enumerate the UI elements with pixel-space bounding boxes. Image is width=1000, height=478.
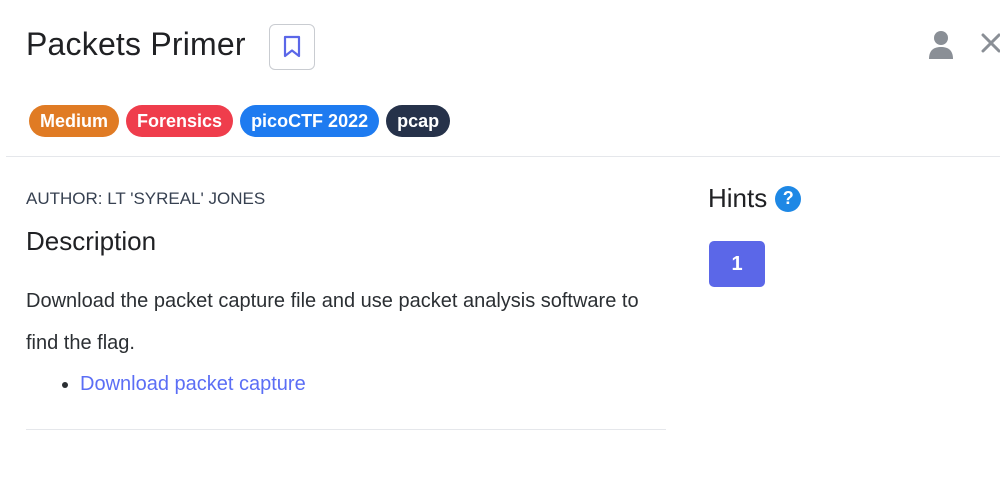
resource-list: Download packet capture bbox=[58, 366, 306, 402]
description-text: Download the packet capture file and use… bbox=[26, 290, 639, 354]
challenge-title: Packets Primer bbox=[26, 26, 246, 62]
challenge-page: Packets Primer Medium Forensics picoCTF … bbox=[0, 0, 1000, 478]
tag-topic: pcap bbox=[386, 105, 451, 137]
bookmark-icon bbox=[283, 35, 301, 58]
download-packet-capture-link[interactable]: Download packet capture bbox=[80, 373, 306, 395]
hint-button-1[interactable]: 1 bbox=[709, 241, 765, 287]
tag-difficulty: Medium bbox=[29, 105, 120, 137]
header-divider bbox=[6, 156, 1000, 157]
hints-header: Hints ? bbox=[708, 183, 802, 214]
user-icon[interactable] bbox=[928, 30, 954, 60]
tag-event: picoCTF 2022 bbox=[240, 105, 380, 137]
tag-category: Forensics bbox=[126, 105, 234, 137]
list-item: Download packet capture bbox=[80, 366, 306, 402]
author-line: AUTHOR: LT 'SYREAL' JONES bbox=[26, 189, 266, 208]
tag-list: Medium Forensics picoCTF 2022 pcap bbox=[29, 105, 451, 137]
description-divider bbox=[26, 429, 666, 430]
close-icon[interactable] bbox=[980, 30, 1000, 56]
hints-heading: Hints bbox=[708, 183, 768, 213]
description-heading: Description bbox=[26, 226, 157, 256]
bookmark-button[interactable] bbox=[269, 24, 315, 70]
help-icon[interactable]: ? bbox=[775, 185, 802, 212]
